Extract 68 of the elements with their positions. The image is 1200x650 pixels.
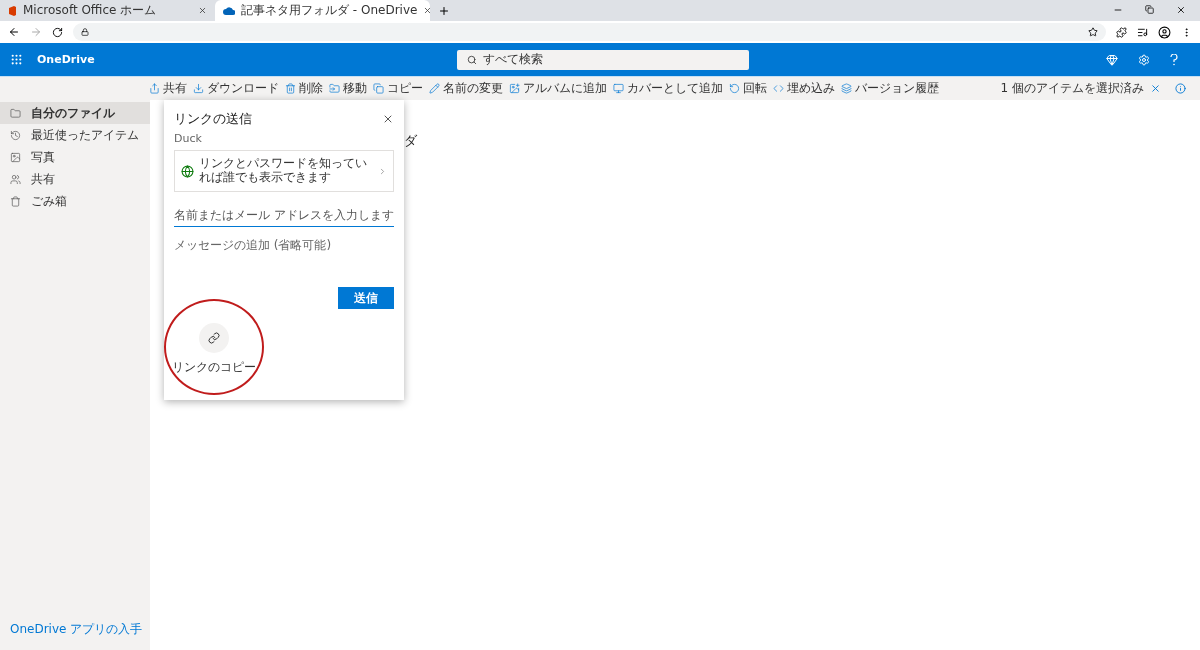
back-icon[interactable] (8, 26, 20, 38)
command-button[interactable]: コピー (370, 80, 426, 97)
chevron-right-icon (378, 166, 387, 176)
app-name[interactable]: OneDrive (37, 53, 457, 66)
pencil-icon (429, 83, 440, 94)
app-launcher-icon[interactable] (10, 53, 23, 66)
copy-icon (373, 83, 384, 94)
command-button[interactable]: 共有 (146, 80, 190, 97)
copy-link-label: リンクのコピー (172, 359, 256, 376)
image-plus-icon (509, 83, 520, 94)
download-icon (193, 83, 204, 94)
rotate-icon (729, 83, 740, 94)
history-icon (10, 129, 21, 141)
link-icon (208, 332, 220, 344)
globe-icon (181, 164, 194, 178)
reload-icon[interactable] (52, 26, 63, 38)
close-icon[interactable] (382, 113, 394, 125)
image-icon (10, 151, 21, 163)
close-icon[interactable] (1176, 5, 1186, 15)
command-button[interactable]: 回転 (726, 80, 770, 97)
layers-icon (841, 83, 852, 94)
command-button[interactable]: 名前の変更 (426, 80, 506, 97)
browser-tab[interactable]: Microsoft Office ホーム (0, 0, 215, 21)
info-icon[interactable] (1175, 83, 1186, 94)
search-icon (467, 54, 477, 65)
diamond-icon[interactable] (1106, 53, 1118, 66)
settings-icon[interactable] (1138, 53, 1150, 66)
star-icon[interactable] (1088, 27, 1098, 37)
command-button[interactable]: バージョン履歴 (838, 80, 942, 97)
command-button[interactable]: 移動 (326, 80, 370, 97)
profile-icon[interactable] (1158, 25, 1171, 39)
copy-link-button[interactable] (199, 323, 229, 353)
people-icon (10, 173, 21, 185)
selection-count: 1 個のアイテムを選択済み (1000, 80, 1144, 97)
dialog-title: リンクの送信 (174, 110, 252, 128)
command-button[interactable]: 埋め込み (770, 80, 838, 97)
browser-tab[interactable]: 記事ネタ用フォルダ - OneDrive (215, 0, 430, 21)
link-settings-button[interactable]: リンクとパスワードを知っていれば誰でも表示できます (174, 150, 394, 192)
sidebar-item[interactable]: 最近使ったアイテム (0, 124, 150, 146)
folder-icon (10, 107, 21, 119)
monitor-icon (613, 83, 624, 94)
get-app-link[interactable]: OneDrive アプリの入手 (0, 621, 150, 638)
puzzle-icon[interactable] (1116, 26, 1127, 38)
command-button[interactable]: ダウンロード (190, 80, 282, 97)
playlist-icon[interactable] (1137, 26, 1148, 38)
close-icon[interactable] (423, 6, 433, 15)
cloud-icon (223, 6, 235, 15)
sidebar-item[interactable]: 共有 (0, 168, 150, 190)
command-button[interactable]: 削除 (282, 80, 326, 97)
share-icon (149, 83, 160, 94)
code-icon (773, 83, 784, 94)
folder-title: ダ (404, 132, 417, 150)
help-icon[interactable] (1170, 53, 1178, 66)
folder-arrow-icon (329, 83, 340, 94)
new-tab-icon[interactable] (438, 5, 450, 17)
trash-icon (285, 83, 296, 94)
sidebar-item[interactable]: 写真 (0, 146, 150, 168)
search-field[interactable]: すべて検索 (457, 49, 749, 70)
command-button[interactable]: アルバムに追加 (506, 80, 610, 97)
command-button[interactable]: カバーとして追加 (610, 80, 726, 97)
trash-icon (10, 195, 21, 207)
office-logo-icon (8, 5, 17, 16)
sidebar-item[interactable]: 自分のファイル (0, 102, 150, 124)
lock-icon (81, 28, 89, 36)
owner-name: Duck (174, 132, 203, 145)
sidebar-item[interactable]: ごみ箱 (0, 190, 150, 212)
restore-icon[interactable] (1145, 5, 1154, 14)
send-button[interactable]: 送信 (338, 287, 394, 309)
